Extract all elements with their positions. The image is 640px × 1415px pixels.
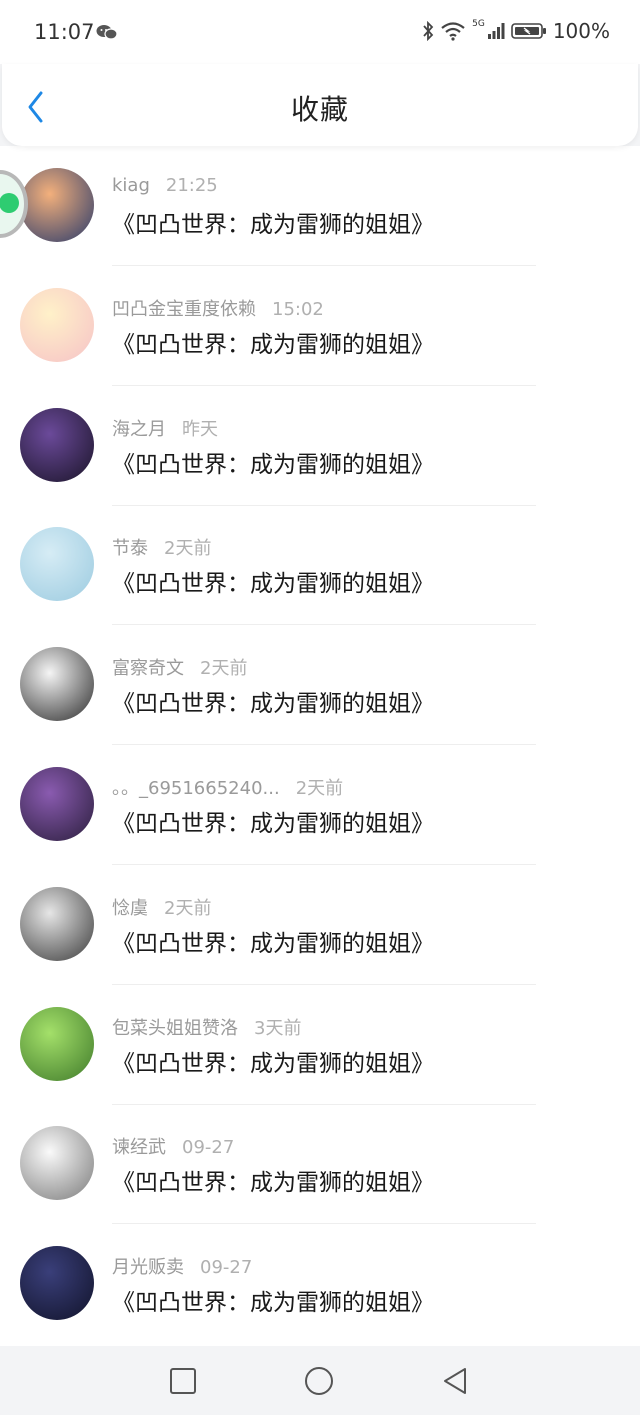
- timestamp: 09-27: [182, 1137, 235, 1158]
- list-item[interactable]: 月光贩卖 09-27 《凹凸世界：成为雷狮的姐姐》: [0, 1224, 640, 1344]
- avatar[interactable]: [20, 1246, 94, 1320]
- username[interactable]: 包菜头姐姐赞洛: [112, 1018, 238, 1039]
- page-title: 收藏: [290, 93, 349, 126]
- timestamp: 09-27: [200, 1257, 253, 1278]
- system-nav-bar: [0, 1346, 640, 1415]
- username[interactable]: 凹凸金宝重度依赖: [112, 299, 256, 320]
- list-item[interactable]: 富察奇文 2天前《凹凸世界：成为雷狮的姐姐》: [0, 625, 640, 745]
- item-meta: kiag 21:25: [112, 175, 218, 196]
- username[interactable]: 月光贩卖: [112, 1257, 184, 1278]
- timestamp: 2天前: [200, 658, 248, 679]
- username[interactable]: 富察奇文: [112, 658, 184, 679]
- wechat-icon: [96, 25, 118, 40]
- timestamp: 2天前: [164, 538, 212, 559]
- item-meta: 节泰 2天前: [112, 534, 211, 560]
- story-title[interactable]: 《凹凸世界：成为雷狮的姐姐》: [112, 205, 434, 239]
- bluetooth-icon: [423, 21, 434, 41]
- battery-percent: 100%: [552, 19, 610, 43]
- item-meta: 海之月 昨天: [112, 415, 218, 441]
- avatar[interactable]: [20, 168, 94, 242]
- story-title[interactable]: 《凹凸世界：成为雷狮的姐姐》: [112, 445, 434, 479]
- square-icon[interactable]: [168, 1366, 198, 1396]
- timestamp: 昨天: [182, 419, 218, 440]
- wifi-icon: [441, 22, 465, 41]
- story-title[interactable]: 《凹凸世界：成为雷狮的姐姐》: [112, 924, 434, 958]
- story-title[interactable]: 《凹凸世界：成为雷狮的姐姐》: [112, 1163, 434, 1197]
- list-item[interactable]: 包菜头姐姐赞洛 3天前《凹凸世界：成为雷狮的姐姐》: [0, 985, 640, 1105]
- avatar[interactable]: [20, 408, 94, 482]
- story-title[interactable]: 《凹凸世界：成为雷狮的姐姐》: [112, 684, 434, 718]
- item-meta: 凹凸金宝重度依赖 15:02: [112, 295, 324, 321]
- item-meta: 谏经武 09-27: [112, 1133, 234, 1159]
- signal-icon: [487, 23, 505, 39]
- avatar[interactable]: [20, 1126, 94, 1200]
- status-time: 11:07: [34, 20, 95, 44]
- avatar[interactable]: [20, 647, 94, 721]
- username[interactable]: kiag: [112, 175, 150, 196]
- story-title[interactable]: 《凹凸世界：成为雷狮的姐姐》: [112, 804, 434, 838]
- list-item[interactable]: 海之月 昨天《凹凸世界：成为雷狮的姐姐》: [0, 386, 640, 506]
- network-label: 5G: [472, 19, 485, 29]
- timestamp: 3天前: [254, 1018, 302, 1039]
- timestamp: 2天前: [164, 898, 212, 919]
- item-meta: 月光贩卖 09-27: [112, 1253, 252, 1279]
- username[interactable]: 谏经武: [112, 1137, 166, 1158]
- list-item[interactable]: 节泰 2天前《凹凸世界：成为雷狮的姐姐》: [0, 505, 640, 625]
- status-icons: 5G 100%: [422, 19, 610, 43]
- favorites-list: kiag 21:25 《凹凸世界：成为雷狮的姐姐》 凹凸金宝重度依赖 15:02 《凹凸世…: [0, 146, 640, 1346]
- avatar[interactable]: [20, 527, 94, 601]
- story-title[interactable]: 《凹凸世界：成为雷狮的姐姐》: [112, 325, 434, 359]
- header: 收藏: [2, 64, 638, 146]
- circle-icon[interactable]: [303, 1366, 335, 1396]
- story-title[interactable]: 《凹凸世界：成为雷狮的姐姐》: [112, 1044, 434, 1078]
- story-title[interactable]: 《凹凸世界：成为雷狮的姐姐》: [112, 1283, 434, 1317]
- story-title[interactable]: 《凹凸世界：成为雷狮的姐姐》: [112, 564, 434, 598]
- item-meta: 包菜头姐姐赞洛 3天前: [112, 1014, 301, 1040]
- list-item[interactable]: 惗虞 2天前《凹凸世界：成为雷狮的姐姐》: [0, 865, 640, 985]
- item-meta: 富察奇文 2天前: [112, 654, 247, 680]
- list-item[interactable]: 。。_6951665240... 2天前《凹凸世界：成为雷狮的姐姐》: [0, 745, 640, 865]
- list-item[interactable]: 谏经武 09-27 《凹凸世界：成为雷狮的姐姐》: [0, 1104, 640, 1224]
- item-meta: 。。_6951665240... 2天前: [112, 774, 343, 800]
- avatar[interactable]: [20, 1007, 94, 1081]
- battery-icon: [511, 23, 546, 39]
- username[interactable]: 惗虞: [112, 898, 148, 919]
- avatar[interactable]: [20, 288, 94, 362]
- status-bar: 11:07 5G 100%: [0, 0, 640, 64]
- timestamp: 21:25: [165, 175, 218, 196]
- timestamp: 15:02: [272, 299, 324, 320]
- chat-bubble-icon: [0, 193, 19, 213]
- username[interactable]: 海之月: [112, 419, 166, 440]
- avatar[interactable]: [20, 887, 94, 961]
- username[interactable]: 。。_6951665240...: [112, 778, 280, 799]
- username[interactable]: 节泰: [112, 538, 148, 559]
- triangle-back-icon[interactable]: [440, 1366, 470, 1396]
- list-item[interactable]: kiag 21:25 《凹凸世界：成为雷狮的姐姐》: [0, 146, 640, 266]
- avatar[interactable]: [20, 767, 94, 841]
- timestamp: 2天前: [295, 778, 344, 799]
- list-item[interactable]: 凹凸金宝重度依赖 15:02 《凹凸世界：成为雷狮的姐姐》: [0, 266, 640, 386]
- item-meta: 惗虞 2天前: [112, 894, 211, 920]
